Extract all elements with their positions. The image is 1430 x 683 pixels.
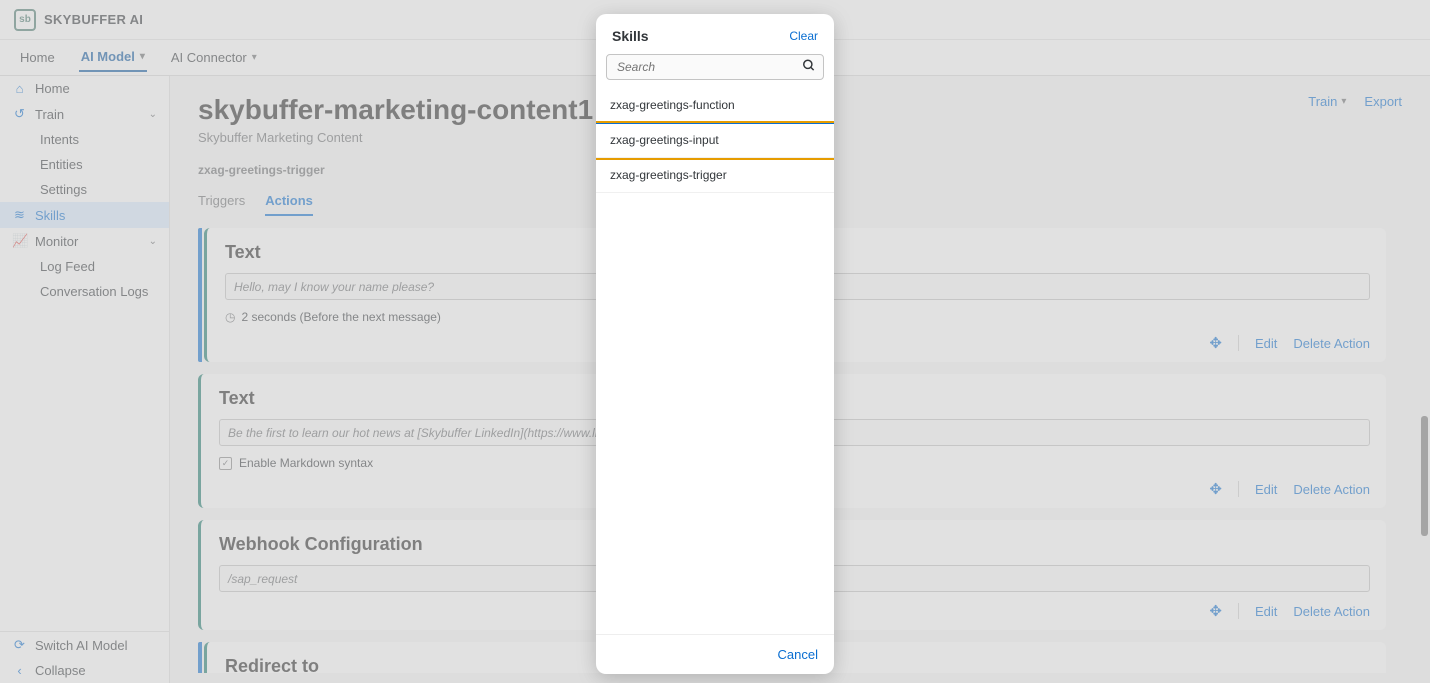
search-input[interactable] (606, 54, 824, 80)
skills-dialog: Skills Clear zxag-greetings-function zxa… (596, 14, 834, 674)
skill-option[interactable]: zxag-greetings-trigger (596, 158, 834, 193)
modal-overlay: Skills Clear zxag-greetings-function zxa… (0, 0, 1430, 683)
skill-option[interactable]: zxag-greetings-input (596, 123, 834, 158)
clear-button[interactable]: Clear (789, 29, 818, 43)
cancel-button[interactable]: Cancel (778, 647, 818, 662)
dialog-title: Skills (612, 28, 649, 44)
search-icon[interactable] (802, 59, 816, 76)
skill-option[interactable]: zxag-greetings-function (596, 88, 834, 123)
